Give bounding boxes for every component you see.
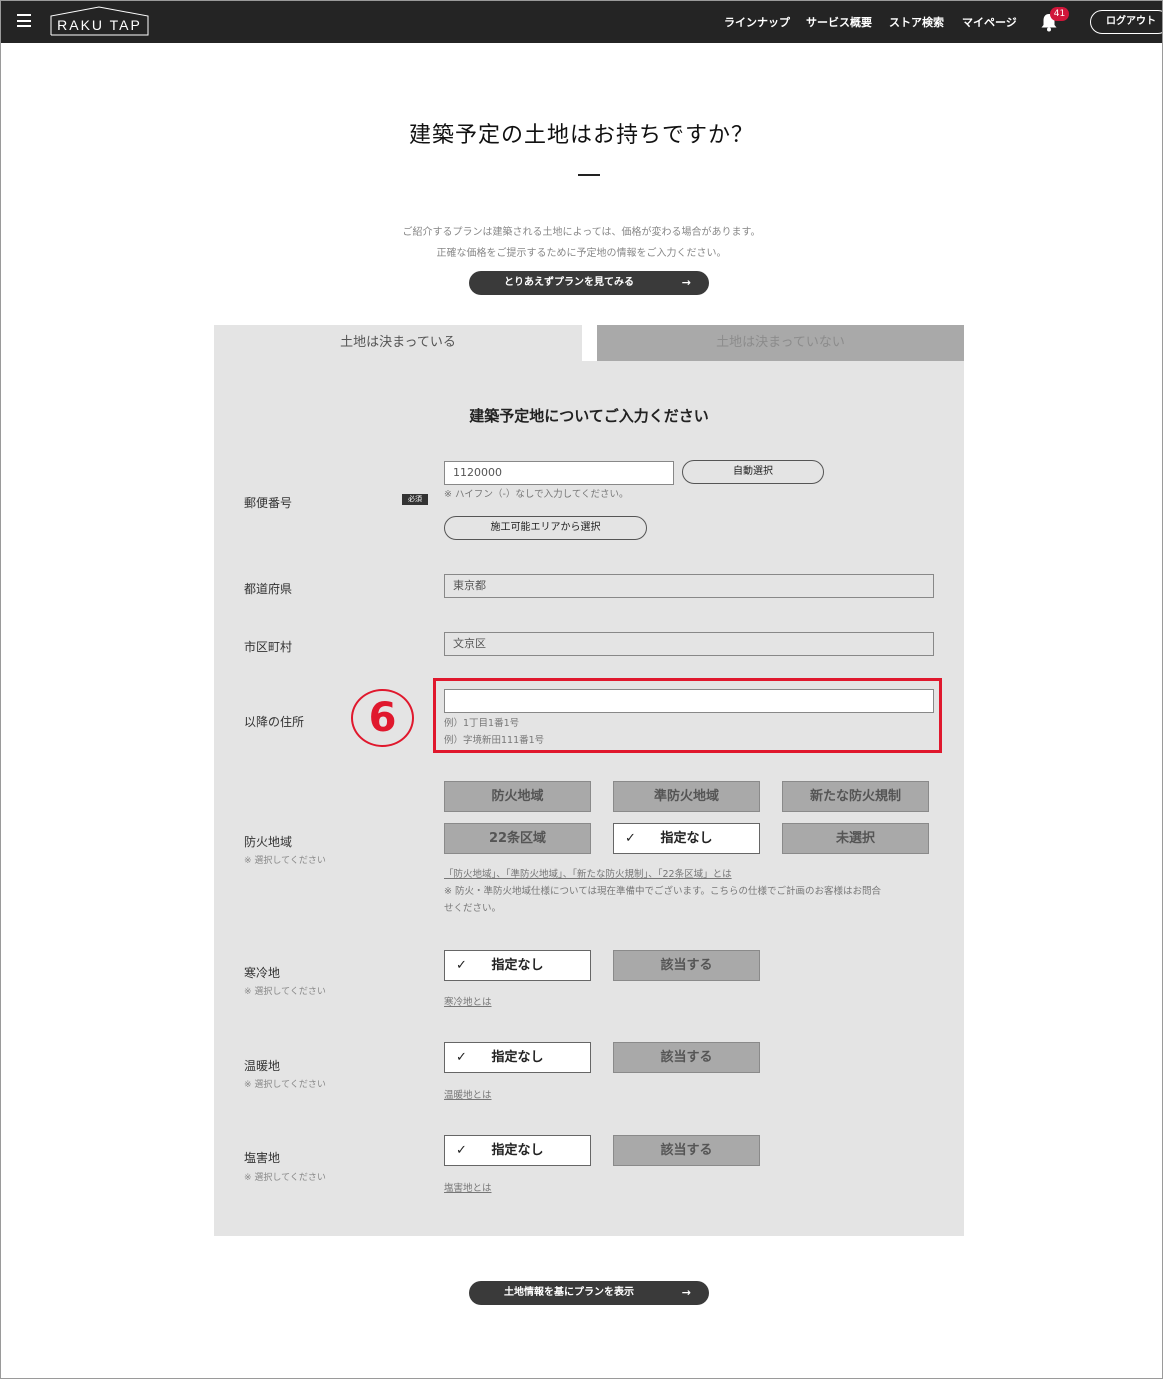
postal-code-hint: ※ ハイフン（-）なしで入力してください。	[444, 489, 629, 500]
logo-text: RAKU TAP	[57, 17, 142, 33]
intro-text-line2: 正確な価格をご提示するために予定地の情報をご入力ください。	[436, 248, 727, 259]
salt-damage-label: 塩害地	[244, 1151, 281, 1165]
logout-button[interactable]: ログアウト	[1090, 10, 1163, 34]
arrow-right-icon: →	[681, 1286, 691, 1299]
fire-zone-option-article22[interactable]: 22条区域	[444, 823, 591, 854]
address-input[interactable]	[444, 689, 934, 713]
fire-zone-option-none-label: 指定なし	[660, 831, 713, 846]
address-label: 以降の住所	[244, 715, 305, 729]
section-title: 建築予定地についてご入力ください	[469, 407, 709, 425]
see-plans-button[interactable]: とりあえずプランを見てみる →	[469, 271, 709, 295]
salt-option-none-label: 指定なし	[491, 1143, 544, 1158]
fire-zone-option-unselected[interactable]: 未選択	[782, 823, 929, 854]
salt-damage-info-link[interactable]: 塩害地とは	[444, 1180, 492, 1194]
fire-zone-option-none[interactable]: ✓ 指定なし	[613, 823, 760, 854]
cold-option-applicable[interactable]: 該当する	[613, 950, 760, 981]
address-example-2: 例）字境新田111番1号	[444, 735, 545, 746]
show-plans-by-land-button[interactable]: 土地情報を基にプランを表示 →	[469, 1281, 709, 1305]
salt-option-applicable[interactable]: 該当する	[613, 1135, 760, 1166]
fire-zone-info-link[interactable]: 「防火地域」、「準防火地域」、「新たな防火規制」、「22条区域」とは	[444, 866, 732, 880]
check-icon: ✓	[456, 958, 467, 973]
nav-lineup[interactable]: ラインナップ	[724, 0, 790, 43]
intro-text-line1: ご紹介するプランは建築される土地によっては、価格が変わる場合があります。	[402, 227, 761, 238]
address-example-1: 例）1丁目1番1号	[444, 718, 520, 729]
cold-option-none-label: 指定なし	[491, 958, 544, 973]
city-label: 市区町村	[244, 640, 293, 654]
check-icon: ✓	[456, 1143, 467, 1158]
cold-option-none[interactable]: ✓ 指定なし	[444, 950, 591, 981]
select-from-area-button[interactable]: 施工可能エリアから選択	[444, 516, 647, 540]
warm-region-info-link[interactable]: 温暖地とは	[444, 1087, 492, 1101]
page-title: 建築予定の土地はお持ちですか？	[408, 123, 754, 148]
warm-region-sublabel: ※ 選択してください	[244, 1080, 326, 1090]
warm-option-applicable[interactable]: 該当する	[613, 1042, 760, 1073]
check-icon: ✓	[456, 1050, 467, 1065]
check-icon: ✓	[625, 831, 636, 846]
nav-service-overview[interactable]: サービス概要	[806, 0, 872, 43]
title-divider	[578, 174, 600, 176]
cold-region-label: 寒冷地	[244, 966, 281, 980]
cold-region-info-link[interactable]: 寒冷地とは	[444, 994, 492, 1008]
auto-select-button[interactable]: 自動選択	[682, 460, 824, 484]
nav-store-search[interactable]: ストア検索	[889, 0, 944, 43]
postal-code-input[interactable]: 1120000	[444, 461, 674, 485]
prefecture-label: 都道府県	[244, 582, 293, 596]
fire-zone-option-semi-fire[interactable]: 準防火地域	[613, 781, 760, 812]
cold-region-sublabel: ※ 選択してください	[244, 987, 326, 997]
see-plans-label: とりあえずプランを見てみる	[504, 277, 634, 288]
arrow-right-icon: →	[681, 276, 691, 289]
tab-land-not-decided[interactable]: 土地は決まっていない	[597, 325, 964, 361]
salt-option-none[interactable]: ✓ 指定なし	[444, 1135, 591, 1166]
required-badge: 必須	[402, 494, 428, 505]
city-field: 文京区	[444, 632, 934, 656]
warm-option-none-label: 指定なし	[491, 1050, 544, 1065]
hamburger-menu-icon[interactable]	[17, 14, 31, 27]
tab-land-decided[interactable]: 土地は決まっている	[214, 325, 582, 361]
notification-count-badge: 41	[1050, 7, 1069, 21]
nav-my-page[interactable]: マイページ	[962, 0, 1017, 43]
show-plans-by-land-label: 土地情報を基にプランを表示	[504, 1287, 634, 1298]
fire-zone-note-line2: せください。	[444, 903, 502, 914]
top-header: RAKU TAP ラインナップ サービス概要 ストア検索 マイページ 41 ログ…	[0, 0, 1163, 43]
salt-damage-sublabel: ※ 選択してください	[244, 1173, 326, 1183]
annotation-number-6: 6	[351, 689, 414, 747]
raku-tap-logo[interactable]: RAKU TAP	[50, 6, 149, 36]
fire-zone-option-new-regulation[interactable]: 新たな防火規制	[782, 781, 929, 812]
fire-zone-label: 防火地域	[244, 835, 293, 849]
postal-code-label: 郵便番号	[244, 496, 293, 510]
fire-zone-note-line1: ※ 防火・準防火地域仕様については現在準備中でございます。こちらの仕様でご計画の…	[444, 886, 882, 897]
fire-zone-sublabel: ※ 選択してください	[244, 856, 326, 866]
warm-region-label: 温暖地	[244, 1059, 281, 1073]
fire-zone-option-fire[interactable]: 防火地域	[444, 781, 591, 812]
prefecture-field: 東京都	[444, 574, 934, 598]
warm-option-none[interactable]: ✓ 指定なし	[444, 1042, 591, 1073]
